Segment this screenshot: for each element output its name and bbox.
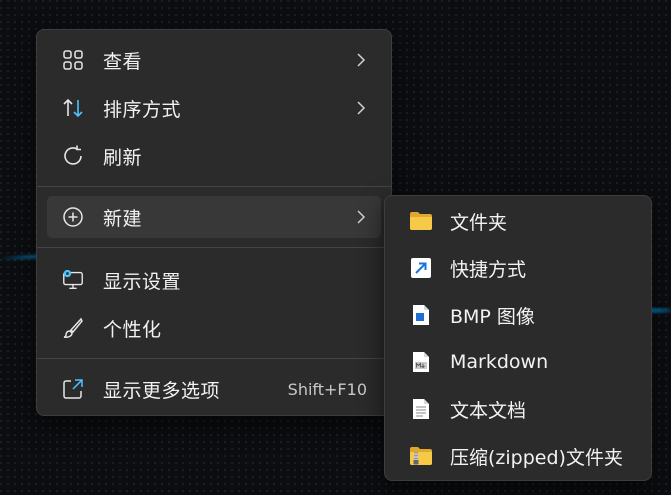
chevron-right-icon [355,52,367,68]
brush-icon [61,316,85,340]
bmp-file-icon [409,303,433,327]
submenu-item-bmp-image[interactable]: BMP 图像 [393,293,643,337]
markdown-file-icon [409,350,433,374]
menu-item-new[interactable]: 新建 [47,196,381,238]
menu-item-label: 新建 [103,207,143,230]
chevron-right-icon [355,100,367,116]
submenu-item-markdown[interactable]: Markdown [393,340,643,384]
folder-icon [409,209,433,233]
menu-item-view[interactable]: 查看 [47,39,381,81]
add-circle-icon [61,205,85,229]
submenu-item-label: 快捷方式 [450,258,527,281]
grid-view-icon [61,48,85,72]
refresh-icon [61,144,85,168]
menu-item-label: 排序方式 [103,98,182,121]
menu-item-label: 查看 [103,50,143,73]
menu-separator [37,358,391,359]
text-document-icon [409,397,433,421]
menu-item-display-settings[interactable]: 显示设置 [47,259,381,301]
new-submenu: 文件夹 快捷方式 BMP 图像 Markdown 文本文档 压缩(zipped)… [384,195,652,481]
menu-item-label: 刷新 [103,146,143,169]
desktop-context-menu: 查看 排序方式 刷新 新建 显示设置 个性化 显示更多选项 Shift+F10 [36,29,392,416]
open-external-icon [61,377,85,401]
menu-item-sort-by[interactable]: 排序方式 [47,87,381,129]
submenu-item-folder[interactable]: 文件夹 [393,199,643,243]
menu-item-label: 个性化 [103,318,162,341]
menu-item-label: 显示设置 [103,270,182,293]
submenu-item-label: 文件夹 [450,211,508,234]
zipped-folder-icon [409,444,433,468]
menu-item-show-more-options[interactable]: 显示更多选项 Shift+F10 [47,368,381,410]
menu-item-label: 显示更多选项 [103,379,221,402]
submenu-item-text-document[interactable]: 文本文档 [393,387,643,431]
menu-item-refresh[interactable]: 刷新 [47,135,381,177]
chevron-right-icon [355,209,367,225]
keyboard-shortcut: Shift+F10 [287,379,367,399]
submenu-item-label: 压缩(zipped)文件夹 [450,446,623,469]
sort-arrows-icon [61,96,85,120]
submenu-item-zipped-folder[interactable]: 压缩(zipped)文件夹 [393,434,643,478]
menu-item-personalize[interactable]: 个性化 [47,307,381,349]
menu-separator [37,186,391,187]
submenu-item-label: BMP 图像 [450,305,535,328]
shortcut-icon [409,256,433,280]
menu-separator [37,247,391,248]
submenu-item-label: 文本文档 [450,399,527,422]
display-settings-icon [61,268,85,292]
submenu-item-shortcut[interactable]: 快捷方式 [393,246,643,290]
submenu-item-label: Markdown [450,351,549,373]
